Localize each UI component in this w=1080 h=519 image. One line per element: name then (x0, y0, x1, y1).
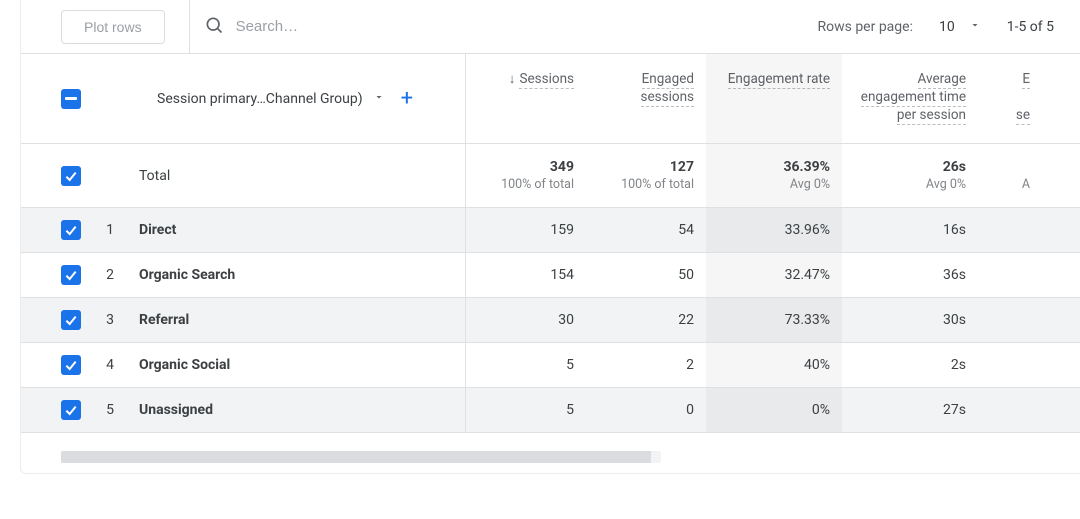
horizontal-scrollbar[interactable] (61, 451, 661, 463)
add-dimension-icon[interactable]: + (401, 86, 413, 111)
cell-sessions: 154 (466, 267, 586, 283)
col-events-partial[interactable]: E se (978, 54, 1042, 125)
plot-rows-button[interactable]: Plot rows (61, 10, 165, 44)
cell-avg-time: 27s (842, 402, 978, 418)
row-checkbox[interactable] (61, 166, 81, 186)
col-engaged-sessions[interactable]: Engaged sessions (586, 54, 706, 106)
dimension-picker[interactable]: Session primary…Channel Group) (157, 91, 363, 107)
row-dimension-value: Organic Search (139, 267, 235, 283)
chevron-down-icon (969, 19, 981, 35)
data-table-card: Plot rows Rows per page: 10 1-5 of 5 Ses… (20, 0, 1080, 474)
row-dimension-value: Referral (139, 312, 189, 328)
rows-per-page-value: 10 (939, 19, 955, 35)
cell-engaged-sessions: 54 (586, 222, 706, 238)
cell-engagement-rate: 73.33% (706, 312, 842, 328)
row-checkbox[interactable] (61, 355, 81, 375)
cell-avg-time: 16s (842, 222, 978, 238)
row-dimension-value: Unassigned (139, 402, 213, 418)
total-sessions: 349100% of total (466, 159, 586, 192)
cell-engaged-sessions: 22 (586, 312, 706, 328)
row-checkbox[interactable] (61, 310, 81, 330)
cell-sessions: 159 (466, 222, 586, 238)
cell-engaged-sessions: 2 (586, 357, 706, 373)
total-avg-time: 26sAvg 0% (842, 159, 978, 192)
row-index: 3 (81, 312, 139, 328)
total-events-partial: A (978, 159, 1042, 192)
cell-engagement-rate: 0% (706, 402, 842, 418)
rows-per-page-label: Rows per page: (817, 19, 912, 35)
table-row: 3 Referral 30 22 73.33% 30s (21, 298, 1080, 343)
cell-sessions: 5 (466, 402, 586, 418)
table-row: 2 Organic Search 154 50 32.47% 36s (21, 253, 1080, 298)
total-engaged-sessions: 127100% of total (586, 159, 706, 192)
col-engagement-rate[interactable]: Engagement rate (706, 54, 842, 88)
cell-engagement-rate: 33.96% (706, 222, 842, 238)
cell-engagement-rate: 40% (706, 357, 842, 373)
sort-desc-icon: ↓ (509, 71, 516, 87)
cell-sessions: 5 (466, 357, 586, 373)
table-row: 5 Unassigned 5 0 0% 27s (21, 388, 1080, 433)
row-index: 4 (81, 357, 139, 373)
cell-engaged-sessions: 50 (586, 267, 706, 283)
row-index: 1 (81, 222, 139, 238)
totals-label: Total (139, 168, 170, 184)
table-row: 1 Direct 159 54 33.96% 16s (21, 208, 1080, 253)
cell-engaged-sessions: 0 (586, 402, 706, 418)
dimension-header-cell: Session primary…Channel Group) + (21, 54, 466, 143)
cell-avg-time: 36s (842, 267, 978, 283)
row-checkbox[interactable] (61, 220, 81, 240)
row-checkbox[interactable] (61, 265, 81, 285)
total-engagement-rate: 36.39%Avg 0% (706, 159, 842, 192)
pagination-controls: Rows per page: 10 1-5 of 5 (817, 19, 1080, 35)
pagination-range: 1-5 of 5 (1007, 19, 1054, 35)
table-toolbar: Plot rows Rows per page: 10 1-5 of 5 (21, 0, 1080, 54)
search-input[interactable] (234, 17, 494, 36)
table-header-row: Session primary…Channel Group) + ↓Sessio… (21, 54, 1080, 144)
search-field[interactable] (189, 0, 818, 53)
col-sessions[interactable]: ↓Sessions (466, 54, 586, 88)
cell-avg-time: 2s (842, 357, 978, 373)
col-avg-engagement-time[interactable]: Average engagement time per session (842, 54, 978, 125)
row-index: 5 (81, 402, 139, 418)
table-row: 4 Organic Social 5 2 40% 2s (21, 343, 1080, 388)
cell-avg-time: 30s (842, 312, 978, 328)
row-checkbox[interactable] (61, 400, 81, 420)
totals-row: Total 349100% of total 127100% of total … (21, 144, 1080, 208)
search-icon (204, 15, 224, 39)
row-dimension-value: Organic Social (139, 357, 230, 373)
rows-per-page-select[interactable]: 10 (939, 19, 981, 35)
row-index: 2 (81, 267, 139, 283)
cell-sessions: 30 (466, 312, 586, 328)
cell-engagement-rate: 32.47% (706, 267, 842, 283)
row-dimension-value: Direct (139, 222, 176, 238)
chevron-down-icon[interactable] (373, 91, 385, 107)
select-all-checkbox[interactable] (61, 89, 81, 109)
